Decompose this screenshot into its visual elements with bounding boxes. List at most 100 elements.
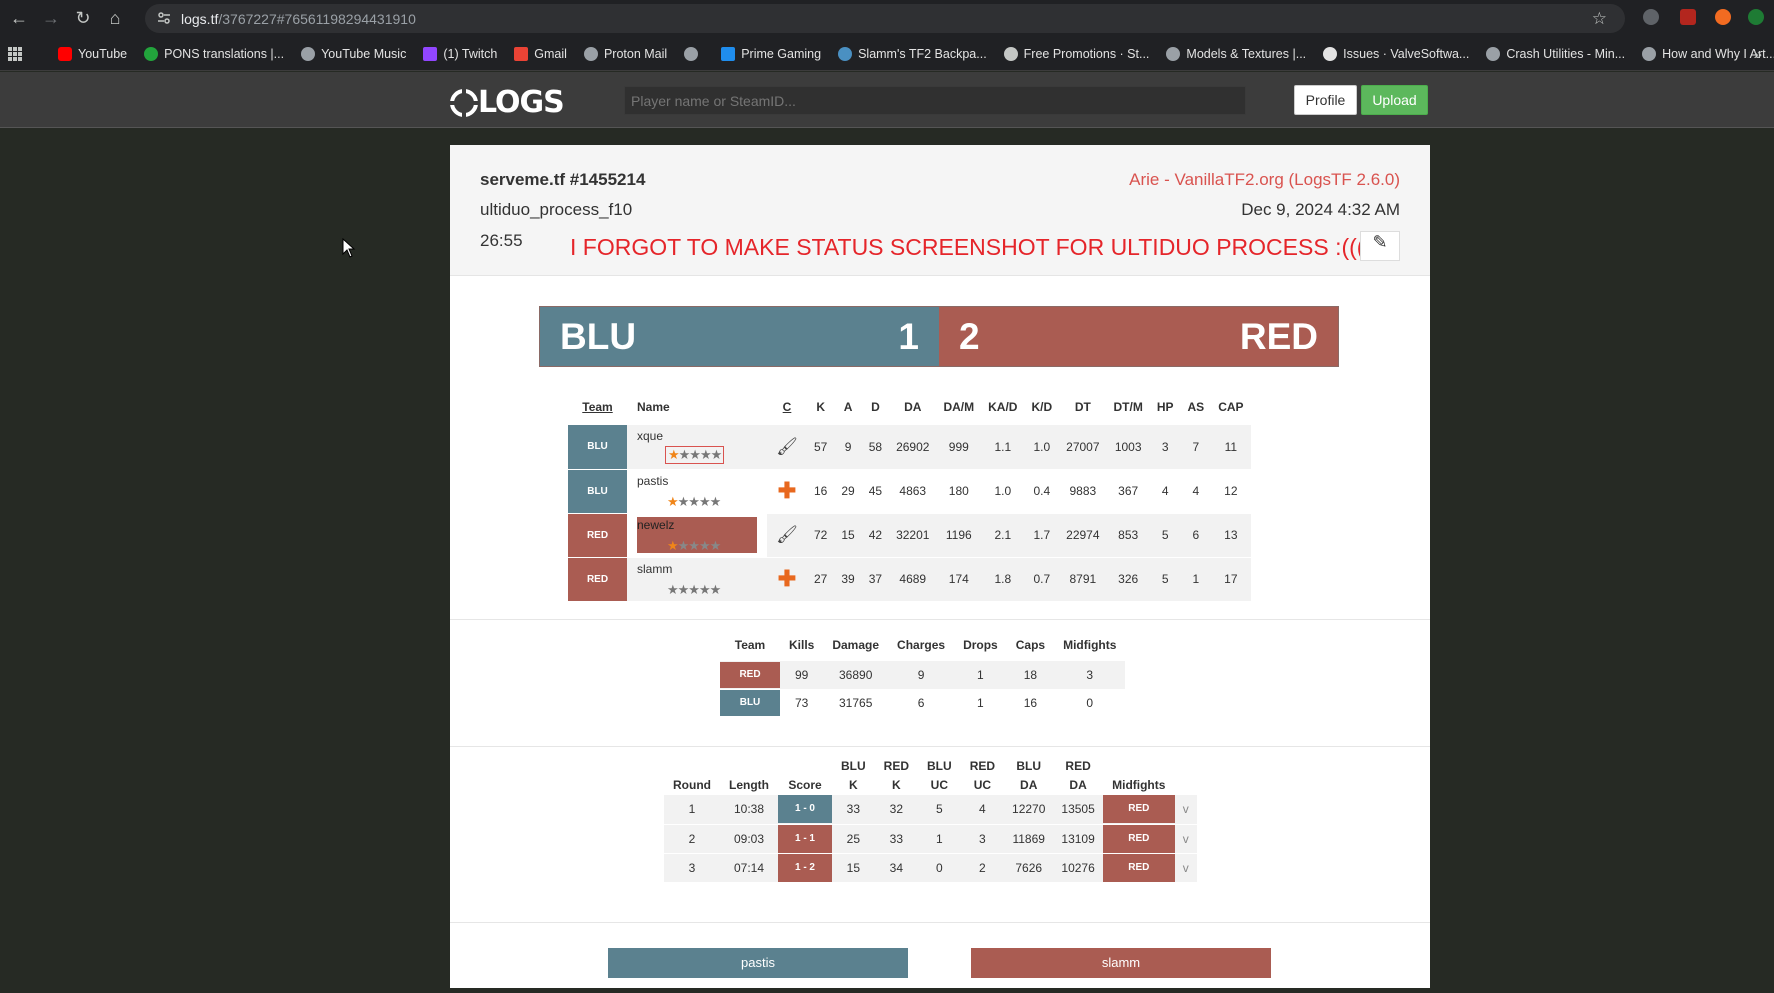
bookmark-pons[interactable]: PONS translations |... xyxy=(144,46,284,61)
extension-icon[interactable] xyxy=(1680,9,1696,25)
more-bookmarks-chevron-icon[interactable]: » xyxy=(1754,46,1762,63)
upload-button[interactable]: Upload xyxy=(1361,85,1428,115)
bookmark-proton-mail[interactable]: Proton Mail xyxy=(583,46,667,61)
round-blu-k: 15 xyxy=(832,853,875,883)
col-as[interactable]: AS xyxy=(1181,388,1212,425)
player-hp: 4 xyxy=(1149,469,1181,514)
log-date: Dec 9, 2024 4:32 AM xyxy=(1241,200,1400,219)
round-red-da: 13505 xyxy=(1053,795,1103,825)
team-badge: RED xyxy=(720,662,780,688)
player-name-cell[interactable]: pastis ★★★★★ xyxy=(627,469,767,514)
player-name-cell[interactable]: newelz ★★★★★ xyxy=(627,513,767,558)
log-info-panel: serveme.tf #1455214 ultiduo_process_f10 … xyxy=(450,145,1430,276)
player-da: 4863 xyxy=(889,469,937,514)
apps-grid-icon[interactable] xyxy=(8,46,22,61)
reload-icon[interactable]: ↻ xyxy=(70,6,96,32)
home-icon[interactable]: ⌂ xyxy=(102,6,128,32)
col-d[interactable]: D xyxy=(862,388,889,425)
player-name-cell[interactable]: slamm ★★★★★ xyxy=(627,557,767,602)
site-info-icon[interactable] xyxy=(157,11,171,25)
bookmark-backpack[interactable]: Slamm's TF2 Backpa... xyxy=(838,46,987,61)
team-caps: 18 xyxy=(1006,661,1055,689)
bookmark-label: Slamm's TF2 Backpa... xyxy=(858,46,987,61)
red-team-name: RED xyxy=(1239,316,1318,357)
extension-icon[interactable] xyxy=(1748,9,1764,25)
log-uploader-link[interactable]: Arie - VanillaTF2.org (LogsTF 2.6.0) xyxy=(1129,170,1400,190)
col-dtm[interactable]: DT/M xyxy=(1107,388,1150,425)
col-dam[interactable]: DA/M xyxy=(936,388,981,425)
globe-icon xyxy=(1486,46,1501,61)
profile-button[interactable]: Profile xyxy=(1294,85,1357,115)
extension-icon[interactable] xyxy=(1643,9,1659,25)
col-da[interactable]: DA xyxy=(889,388,936,425)
bookmark-youtube-music[interactable]: YouTube Music xyxy=(301,46,406,61)
col-cap[interactable]: CAP xyxy=(1211,388,1250,425)
bookmark-gmail[interactable]: Gmail xyxy=(514,46,567,61)
player-name[interactable]: slamm xyxy=(637,562,672,576)
player-name[interactable]: newelz xyxy=(637,518,674,532)
player-row: BLU pastis ★★★★★ ✚ 16 29 45 4863 180 1.0 … xyxy=(568,469,1251,514)
expand-round-chevron-icon[interactable]: v xyxy=(1174,795,1197,825)
team-cell: RED xyxy=(720,661,780,689)
extension-icon[interactable] xyxy=(1715,9,1731,25)
bookmark-twitch[interactable]: (1) Twitch xyxy=(423,46,498,61)
log-content: serveme.tf #1455214 ultiduo_process_f10 … xyxy=(450,145,1430,988)
col-team[interactable]: Team xyxy=(568,388,627,425)
note-edit-pen-icon[interactable]: ✎ xyxy=(1360,231,1400,261)
bookmark-label: (1) Twitch xyxy=(443,46,498,61)
crown-icon xyxy=(721,46,736,61)
round-midfight: RED xyxy=(1102,795,1175,824)
player-kd: 0.4 xyxy=(1024,469,1060,514)
team-damage: 31765 xyxy=(839,696,873,710)
youtube-icon xyxy=(58,46,72,61)
bookmark-crash-utilities[interactable]: Crash Utilities - Min... xyxy=(1486,46,1625,61)
player-name[interactable]: pastis xyxy=(637,474,668,488)
logs-logo[interactable]: LOGS xyxy=(450,85,565,120)
col-class[interactable]: C xyxy=(767,388,807,425)
expand-round-chevron-icon[interactable]: v xyxy=(1174,824,1197,854)
player-a: 29 xyxy=(834,469,862,514)
bookmark-star-icon[interactable]: ☆ xyxy=(1592,9,1607,29)
round-number: 3 xyxy=(664,853,720,883)
col-kad[interactable]: KA/D xyxy=(981,388,1024,425)
forward-arrow-icon[interactable]: → xyxy=(38,6,64,32)
player-dam: 1196 xyxy=(936,513,982,558)
player-k: 16 xyxy=(807,469,835,514)
medic-icon: ✚ xyxy=(767,557,807,602)
score-bar: BLU 1 2 RED xyxy=(539,306,1339,367)
col-hp[interactable]: HP xyxy=(1150,388,1181,425)
bookmark-github-issues[interactable]: Issues · ValveSoftwa... xyxy=(1323,46,1469,61)
col-expand xyxy=(1175,757,1197,795)
globe-icon xyxy=(301,46,316,61)
col-a[interactable]: A xyxy=(834,388,861,425)
player-hp: 5 xyxy=(1149,557,1181,602)
col-red-k: RED K xyxy=(883,759,910,792)
round-red-uc: 3 xyxy=(960,824,1005,854)
bookmark-prime-gaming[interactable]: Prime Gaming xyxy=(721,46,822,61)
bookmark-unnamed[interactable] xyxy=(684,46,704,61)
col-dt[interactable]: DT xyxy=(1059,388,1106,425)
round-row: 1 10:38 1 - 0 33 32 5 4 12270 13505 RED … xyxy=(664,795,1197,825)
player-name[interactable]: xque xyxy=(637,429,663,443)
bookmark-youtube[interactable]: YouTube xyxy=(58,46,127,61)
player-cap: 17 xyxy=(1211,557,1251,602)
player-dt: 27007 xyxy=(1059,425,1107,470)
bookmark-free-promotions[interactable]: Free Promotions · St... xyxy=(1003,46,1149,61)
col-k[interactable]: K xyxy=(807,388,834,425)
bookmark-models-textures[interactable]: Models & Textures |... xyxy=(1166,46,1306,61)
player-as: 6 xyxy=(1180,513,1212,558)
address-bar[interactable]: logs.tf/3767227#76561198294431910 ☆ xyxy=(145,4,1625,33)
bookmark-label: Prime Gaming xyxy=(741,46,822,61)
player-hp: 5 xyxy=(1149,513,1181,558)
player-d: 42 xyxy=(861,513,890,558)
back-arrow-icon[interactable]: ← xyxy=(6,6,32,32)
round-score-cell: 1 - 1 xyxy=(778,824,832,854)
player-dtm: 853 xyxy=(1106,513,1150,558)
player-search-input[interactable] xyxy=(624,86,1246,115)
round-blu-k: 25 xyxy=(832,824,875,854)
player-name-cell[interactable]: xque ★★★★★ xyxy=(627,425,767,470)
col-kd[interactable]: K/D xyxy=(1024,388,1059,425)
expand-round-chevron-icon[interactable]: v xyxy=(1174,853,1197,883)
team-caps: 16 xyxy=(1023,696,1038,710)
blu-score: 1 xyxy=(898,316,919,357)
